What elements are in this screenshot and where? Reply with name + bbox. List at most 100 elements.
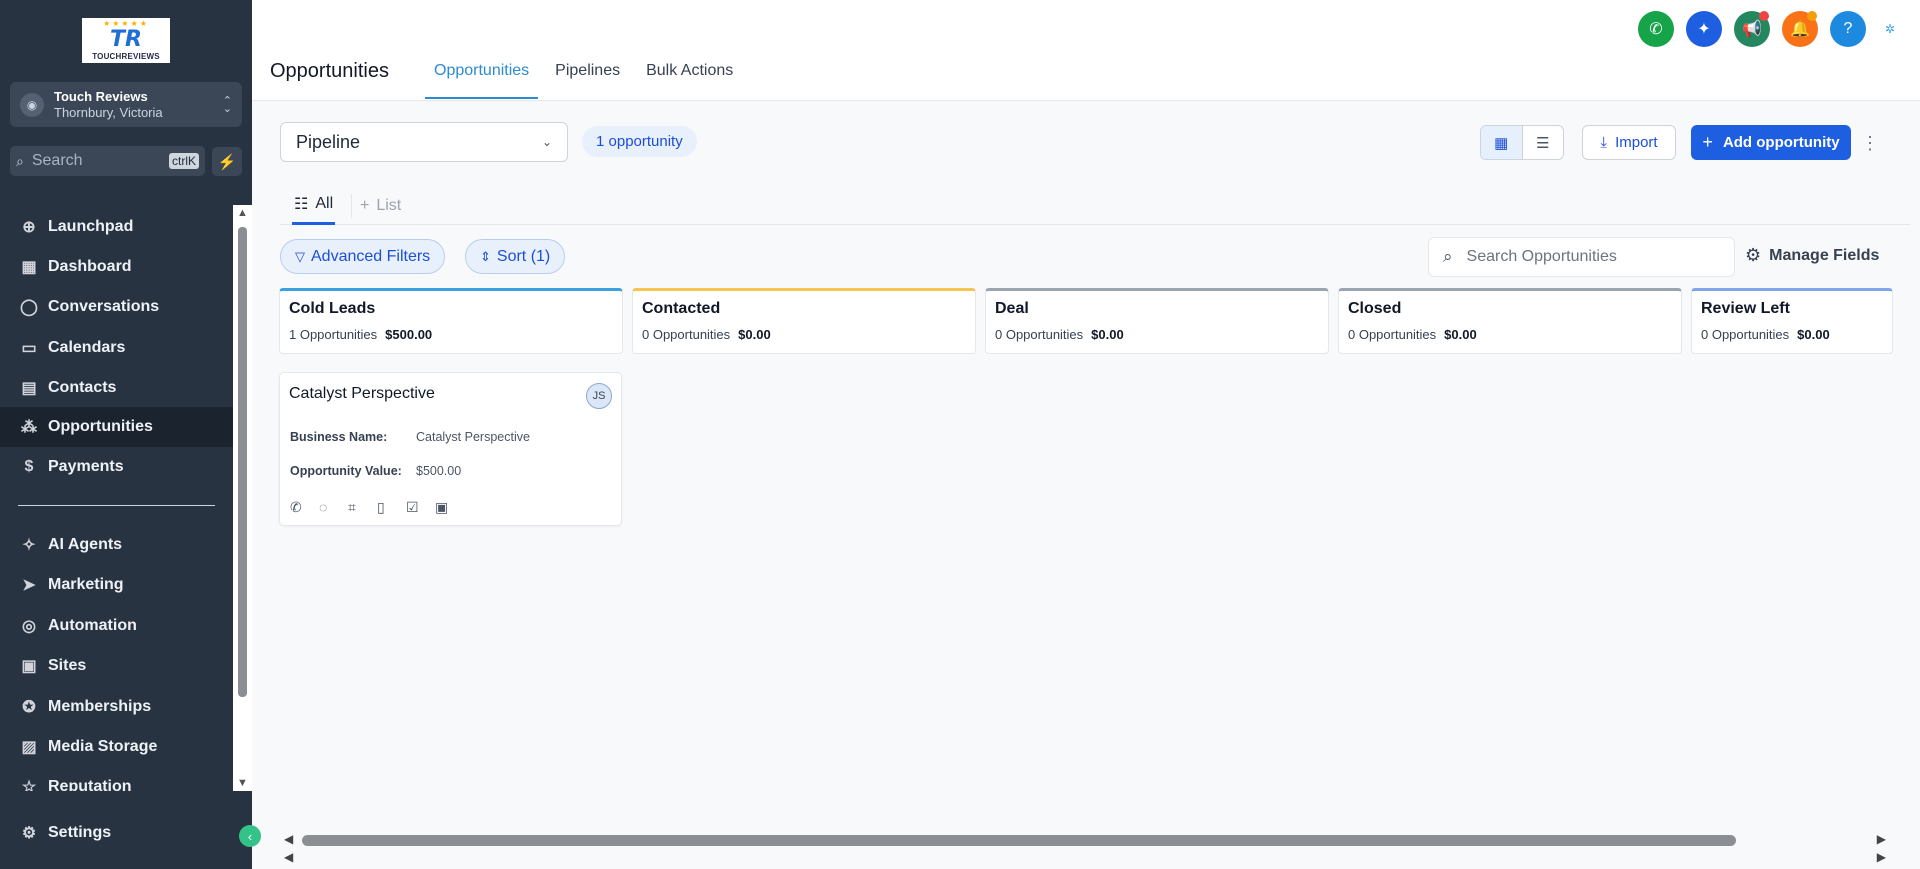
- funnel-icon: ⁂: [21, 419, 37, 436]
- stage-name: Closed: [1348, 300, 1402, 317]
- phone-icon[interactable]: ✆: [290, 499, 319, 516]
- import-button[interactable]: ⤓ Import: [1582, 125, 1676, 160]
- pipeline-select[interactable]: Pipeline ⌄: [280, 122, 568, 162]
- sidebar-item-settings[interactable]: ⚙ Settings: [0, 813, 252, 853]
- phone-button[interactable]: ✆: [1638, 11, 1674, 47]
- sidebar-item-conversations[interactable]: ◯ Conversations: [0, 287, 233, 327]
- card-actions: ✆ ◌ ⌗ ▯ ☑ ▣: [290, 499, 464, 516]
- lightning-icon: ⚡: [217, 153, 237, 171]
- sidebar-item-opportunities[interactable]: ⁂ Opportunities: [0, 407, 233, 447]
- chat-icon[interactable]: ◌: [319, 499, 348, 516]
- tab-bulk-actions[interactable]: Bulk Actions: [637, 52, 742, 99]
- quick-action-button[interactable]: ⚡: [212, 147, 242, 176]
- stage-column-header: Deal 0 Opportunities $0.00: [985, 288, 1329, 354]
- account-switcher[interactable]: ◉ Touch Reviews Thornbury, Victoria ⌃ ⌄: [10, 82, 242, 127]
- gear-icon: ⚙: [21, 825, 37, 842]
- sidebar-item-payments[interactable]: $ Payments: [0, 447, 233, 487]
- opportunity-title[interactable]: Catalyst Perspective: [289, 385, 435, 403]
- account-name: Touch Reviews: [54, 88, 148, 104]
- ai-button[interactable]: ✦: [1686, 11, 1722, 47]
- add-opportunity-label: Add opportunity: [1722, 134, 1840, 151]
- stage-amount: $500.00: [385, 327, 433, 342]
- advanced-filters-button[interactable]: ▽ Advanced Filters: [280, 239, 446, 274]
- sort-button[interactable]: ⇕ Sort (1): [465, 239, 566, 274]
- sidebar: ★★★★★ TR TOUCHREVIEWS ◉ Touch Reviews Th…: [0, 0, 252, 869]
- manage-fields-button[interactable]: ⚙ Manage Fields: [1745, 245, 1879, 266]
- tab-pipelines[interactable]: Pipelines: [546, 52, 629, 99]
- stage-column-header: Closed 0 Opportunities $0.00: [1338, 288, 1682, 354]
- add-opportunity-button[interactable]: + Add opportunity: [1691, 125, 1851, 160]
- scroll-left-arrow-icon[interactable]: ◀: [284, 850, 293, 864]
- sidebar-item-media-storage[interactable]: ▨ Media Storage: [0, 727, 233, 767]
- chat-icon: ◯: [20, 299, 38, 316]
- list-icon: ☷: [294, 196, 309, 213]
- collapse-sidebar-button[interactable]: ‹: [239, 825, 261, 847]
- plus-icon: +: [1702, 132, 1713, 152]
- notifications-button[interactable]: 🔔: [1782, 11, 1818, 47]
- tag-icon[interactable]: ⌗: [348, 499, 377, 516]
- sidebar-nav: ⊕ Launchpad ▦ Dashboard ◯ Conversations ▭ Ca…: [0, 205, 233, 791]
- tab-opportunities[interactable]: Opportunities: [425, 52, 539, 99]
- scroll-up-arrow-icon[interactable]: ▲: [237, 207, 248, 219]
- list-view-button[interactable]: ☰: [1523, 126, 1564, 159]
- sidebar-item-ai-agents[interactable]: ✧ AI Agents: [0, 525, 233, 565]
- opportunity-count-badge: 1 opportunity: [582, 126, 697, 157]
- manage-fields-label: Manage Fields: [1769, 246, 1880, 264]
- sidebar-item-launchpad[interactable]: ⊕ Launchpad: [0, 207, 233, 247]
- opportunity-card[interactable]: Catalyst Perspective JS Business Name: C…: [279, 372, 622, 526]
- stage-count: 0 Opportunities: [642, 327, 731, 342]
- globe-icon: ▣: [21, 658, 37, 675]
- sidebar-item-label: Media Storage: [48, 738, 158, 755]
- nav-divider: [18, 505, 215, 506]
- owner-avatar[interactable]: JS: [586, 383, 612, 409]
- automation-icon: ◎: [22, 618, 36, 635]
- scroll-left-arrow-icon[interactable]: ◀: [284, 832, 293, 846]
- sidebar-search[interactable]: ⌕ Search ctrlK: [10, 146, 205, 176]
- chevron-down-icon: ⌄: [541, 135, 552, 149]
- scrollbar-thumb[interactable]: [302, 835, 1736, 846]
- profile-avatar[interactable]: ✲: [1880, 19, 1900, 39]
- sidebar-item-sites[interactable]: ▣ Sites: [0, 646, 233, 686]
- opportunity-search[interactable]: ⌕: [1428, 237, 1735, 277]
- scroll-right-arrow-icon[interactable]: ▶: [1877, 850, 1886, 864]
- sidebar-item-calendars[interactable]: ▭ Calendars: [0, 328, 233, 368]
- sidebar-item-label: Settings: [48, 824, 112, 841]
- scroll-right-arrow-icon[interactable]: ▶: [1877, 832, 1886, 846]
- filter-icon: ▽: [295, 248, 305, 264]
- help-icon: ?: [1843, 20, 1853, 37]
- search-icon: ⌕: [16, 152, 24, 169]
- help-button[interactable]: ?: [1830, 11, 1866, 47]
- logo-text: TOUCHREVIEWS: [92, 52, 160, 61]
- brand-logo[interactable]: ★★★★★ TR TOUCHREVIEWS: [82, 18, 170, 63]
- announcements-button[interactable]: 📢: [1734, 11, 1770, 47]
- sidebar-item-reputation[interactable]: ☆ Reputation: [0, 767, 233, 791]
- more-options-button[interactable]: ⋮: [1861, 128, 1879, 158]
- sidebar-item-memberships[interactable]: ✪ Memberships: [0, 687, 233, 727]
- sidebar-item-marketing[interactable]: ➤ Marketing: [0, 565, 233, 605]
- calendar-icon[interactable]: ▣: [435, 499, 464, 516]
- tab-all[interactable]: ☷ All: [292, 186, 336, 225]
- add-list-tab[interactable]: + List: [360, 186, 401, 225]
- stage-name: Cold Leads: [289, 300, 376, 317]
- sidebar-item-label: Payments: [48, 458, 124, 475]
- scroll-down-arrow-icon[interactable]: ▼: [237, 777, 248, 789]
- scrollbar-thumb[interactable]: [238, 227, 247, 697]
- field-label: Opportunity Value:: [290, 464, 402, 478]
- calendar-icon: ▭: [21, 340, 37, 357]
- search-input[interactable]: [1466, 248, 1707, 266]
- note-icon[interactable]: ▯: [377, 499, 406, 516]
- plus-icon: +: [360, 196, 370, 214]
- view-toggle: ▦ ☰: [1480, 125, 1564, 160]
- board-view-button[interactable]: ▦: [1481, 126, 1523, 159]
- board-horizontal-scrollbar[interactable]: ◀ ▶ ◀ ▶: [280, 830, 1890, 864]
- sidebar-item-dashboard[interactable]: ▦ Dashboard: [0, 247, 233, 287]
- phone-icon: ✆: [1649, 21, 1663, 38]
- task-icon[interactable]: ☑: [406, 499, 435, 516]
- sidebar-item-automation[interactable]: ◎ Automation: [0, 606, 233, 646]
- badge-icon: ✪: [22, 699, 36, 716]
- sidebar-item-label: Launchpad: [48, 218, 134, 235]
- sidebar-item-label: Conversations: [48, 298, 160, 315]
- stage-amount: $0.00: [1091, 327, 1124, 342]
- sidebar-item-contacts[interactable]: ▤ Contacts: [0, 368, 233, 408]
- sidebar-scrollbar[interactable]: ▲ ▼: [233, 205, 252, 791]
